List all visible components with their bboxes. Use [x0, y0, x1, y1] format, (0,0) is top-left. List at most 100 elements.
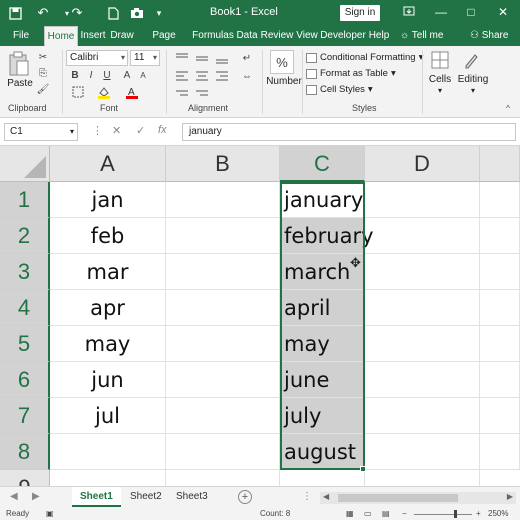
cell-c2[interactable]: february: [280, 218, 374, 254]
font-size-select[interactable]: 11 ▾: [130, 50, 160, 66]
customize-qat-icon[interactable]: ▾: [150, 4, 168, 22]
chevron-down-icon[interactable]: ▾: [424, 86, 456, 95]
column-header-a[interactable]: A: [50, 146, 166, 182]
cell-c7[interactable]: july: [280, 398, 365, 434]
horizontal-scrollbar[interactable]: ◀ ▶: [320, 492, 516, 504]
cell-d3[interactable]: [365, 254, 480, 290]
sheet-tab-3[interactable]: Sheet3: [168, 487, 216, 507]
cell-a3[interactable]: mar: [50, 254, 166, 290]
row-header-3[interactable]: 3: [0, 254, 50, 290]
enter-icon[interactable]: ✓: [136, 124, 145, 137]
row-header-6[interactable]: 6: [0, 362, 50, 398]
zoom-slider-thumb[interactable]: [454, 510, 457, 518]
cell-a2[interactable]: feb: [50, 218, 166, 254]
cell-b4[interactable]: [166, 290, 280, 326]
column-header-d[interactable]: D: [365, 146, 480, 182]
cell-a9[interactable]: [50, 470, 166, 486]
page-layout-view-icon[interactable]: ▭: [364, 509, 372, 518]
cell-e3[interactable]: [480, 254, 520, 290]
cell-b1[interactable]: [166, 182, 280, 218]
cell-d4[interactable]: [365, 290, 480, 326]
paste-icon[interactable]: [6, 50, 32, 78]
tab-home[interactable]: Home: [44, 26, 78, 46]
copy-icon[interactable]: ⎘: [36, 66, 50, 80]
cell-e6[interactable]: [480, 362, 520, 398]
format-as-table-button[interactable]: Format as Table ▾: [306, 68, 396, 79]
cell-c4[interactable]: april: [280, 290, 365, 326]
cell-a6[interactable]: jun: [50, 362, 166, 398]
tab-developer[interactable]: Developer: [320, 26, 366, 46]
new-file-icon[interactable]: [104, 4, 122, 22]
cell-b9[interactable]: [166, 470, 280, 486]
minimize-icon[interactable]: —: [430, 2, 452, 22]
paste-button[interactable]: Paste: [6, 78, 34, 89]
underline-button[interactable]: U: [100, 68, 114, 82]
number-button[interactable]: Number: [266, 76, 302, 87]
row-header-8[interactable]: 8: [0, 434, 50, 470]
borders-icon[interactable]: [68, 85, 88, 99]
normal-view-icon[interactable]: ▦: [346, 509, 354, 518]
cell-d9[interactable]: [365, 470, 480, 486]
percent-icon[interactable]: %: [270, 50, 294, 74]
name-box[interactable]: C1 ▾: [4, 123, 78, 141]
cell-b6[interactable]: [166, 362, 280, 398]
cell-c8[interactable]: august: [280, 434, 365, 470]
tab-insert[interactable]: Insert: [78, 26, 108, 46]
cancel-icon[interactable]: ✕: [112, 124, 121, 137]
cell-a4[interactable]: apr: [50, 290, 166, 326]
cell-d2[interactable]: [365, 218, 480, 254]
font-name-select[interactable]: Calibri ▾: [66, 50, 128, 66]
tab-draw[interactable]: Draw: [108, 26, 136, 46]
column-header-b[interactable]: B: [166, 146, 280, 182]
prev-sheet-icon[interactable]: ◀: [10, 491, 18, 502]
worksheet-grid[interactable]: A B C D 1 2 3 4 5 6 7 8 9 jan feb mar ap…: [0, 146, 520, 486]
insert-function-icon[interactable]: fx: [158, 124, 167, 136]
font-color-icon[interactable]: A: [122, 85, 142, 99]
vertical-align-icons[interactable]: [172, 50, 232, 66]
cell-a5[interactable]: may: [50, 326, 166, 362]
cell-d5[interactable]: [365, 326, 480, 362]
camera-icon[interactable]: [128, 4, 146, 22]
cell-d8[interactable]: [365, 434, 480, 470]
cell-c6[interactable]: june: [280, 362, 365, 398]
macro-record-icon[interactable]: ▣: [46, 509, 54, 518]
formula-input[interactable]: january: [182, 123, 516, 141]
next-sheet-icon[interactable]: ▶: [32, 491, 40, 502]
select-all-button[interactable]: [0, 146, 50, 182]
cell-b2[interactable]: [166, 218, 280, 254]
cell-e7[interactable]: [480, 398, 520, 434]
column-header-c[interactable]: C: [280, 146, 365, 182]
maximize-icon[interactable]: □: [460, 2, 482, 22]
chevron-down-icon[interactable]: ▾: [454, 86, 492, 95]
cell-e5[interactable]: [480, 326, 520, 362]
add-sheet-icon[interactable]: +: [238, 490, 252, 504]
row-header-2[interactable]: 2: [0, 218, 50, 254]
cell-b8[interactable]: [166, 434, 280, 470]
ribbon-display-options-icon[interactable]: [398, 2, 420, 22]
cell-e4[interactable]: [480, 290, 520, 326]
decrease-font-size-icon[interactable]: A: [136, 68, 150, 82]
cell-c9[interactable]: [280, 470, 365, 486]
cell-b5[interactable]: [166, 326, 280, 362]
italic-button[interactable]: I: [84, 68, 98, 82]
tab-page-layout[interactable]: Page Layout: [136, 26, 192, 61]
cell-d6[interactable]: [365, 362, 480, 398]
horizontal-align-icons[interactable]: [172, 68, 232, 84]
cell-a8[interactable]: [50, 434, 166, 470]
cell-b7[interactable]: [166, 398, 280, 434]
row-header-4[interactable]: 4: [0, 290, 50, 326]
cell-e2[interactable]: [480, 218, 520, 254]
zoom-in-icon[interactable]: +: [476, 509, 481, 518]
cell-b3[interactable]: [166, 254, 280, 290]
zoom-out-icon[interactable]: −: [402, 509, 407, 518]
scroll-thumb[interactable]: [338, 494, 458, 502]
row-header-1[interactable]: 1: [0, 182, 50, 218]
column-header-e[interactable]: [480, 146, 520, 182]
cell-c1[interactable]: january: [280, 182, 365, 218]
save-icon[interactable]: [6, 4, 24, 22]
fill-color-icon[interactable]: [94, 85, 114, 99]
tell-me-search[interactable]: ☼ Tell me: [400, 26, 443, 46]
tab-file[interactable]: File: [6, 26, 36, 46]
sign-in-button[interactable]: Sign in: [340, 5, 380, 21]
cell-a1[interactable]: jan: [50, 182, 166, 218]
